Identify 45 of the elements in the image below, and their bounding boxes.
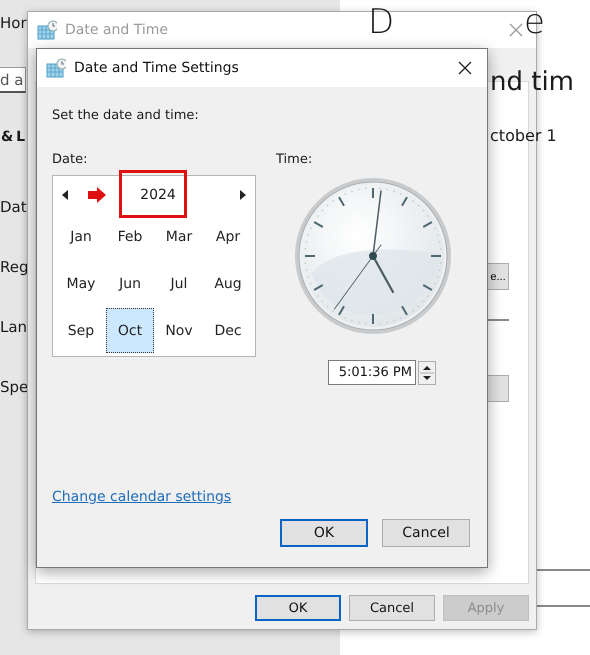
dialog-title: Date and Time Settings xyxy=(74,60,239,76)
month-cell[interactable]: Nov xyxy=(155,308,203,353)
change-button[interactable]: e... xyxy=(488,263,509,290)
month-cell[interactable]: Sep xyxy=(57,308,105,353)
sidebar-item[interactable]: Spe xyxy=(0,377,28,397)
highlight-frame xyxy=(119,170,187,218)
page-title: e xyxy=(524,2,545,42)
previous-icon[interactable] xyxy=(62,190,68,200)
sidebar-item[interactable]: Reg xyxy=(0,257,28,277)
calendar-clock-icon xyxy=(46,58,66,78)
section-heading: & L xyxy=(1,129,24,145)
next-icon[interactable] xyxy=(240,190,246,200)
window-title: Date and Time xyxy=(65,22,168,38)
dialog-button[interactable]: Cancel xyxy=(349,595,435,621)
calendar-clock-icon xyxy=(37,20,57,40)
date-text: ctober 1 xyxy=(490,126,557,146)
month-cell[interactable]: May xyxy=(57,261,105,306)
month-cell[interactable]: Oct xyxy=(106,308,154,353)
year-title[interactable]: 2024 xyxy=(106,187,210,203)
calendar-settings-link[interactable]: Change calendar settings xyxy=(52,489,232,505)
field-label: Date: xyxy=(52,152,88,168)
section-title: nd tim xyxy=(490,66,574,98)
time-field[interactable]: 5:01:36 PM xyxy=(328,360,416,385)
dialog-button[interactable]: Cancel xyxy=(382,519,470,547)
month-cell[interactable]: Jan xyxy=(57,214,105,259)
instruction-text: Set the date and time: xyxy=(52,108,200,124)
month-cell[interactable]: Jul xyxy=(155,261,203,306)
month-cell[interactable]: Apr xyxy=(204,214,252,259)
dialog-button[interactable]: OK xyxy=(255,595,341,621)
month-cell[interactable]: Dec xyxy=(204,308,252,353)
month-cell[interactable]: Mar xyxy=(155,214,203,259)
month-cell[interactable]: Aug xyxy=(204,261,252,306)
search-field[interactable]: d a xyxy=(0,67,26,93)
home-link[interactable]: Hor xyxy=(0,13,27,33)
page-title: D xyxy=(368,2,394,42)
field-label: Time: xyxy=(276,152,314,168)
spinner-icon[interactable] xyxy=(418,360,436,384)
month-cell[interactable]: Jun xyxy=(106,261,154,306)
dialog-button: Apply xyxy=(443,595,529,621)
close-icon[interactable] xyxy=(457,60,473,76)
sidebar-item[interactable]: Dat xyxy=(0,197,27,217)
arrow-icon xyxy=(88,187,106,203)
dialog-button[interactable]: OK xyxy=(280,519,368,547)
sidebar-item[interactable]: Lan xyxy=(0,317,28,337)
month-cell[interactable]: Feb xyxy=(106,214,154,259)
